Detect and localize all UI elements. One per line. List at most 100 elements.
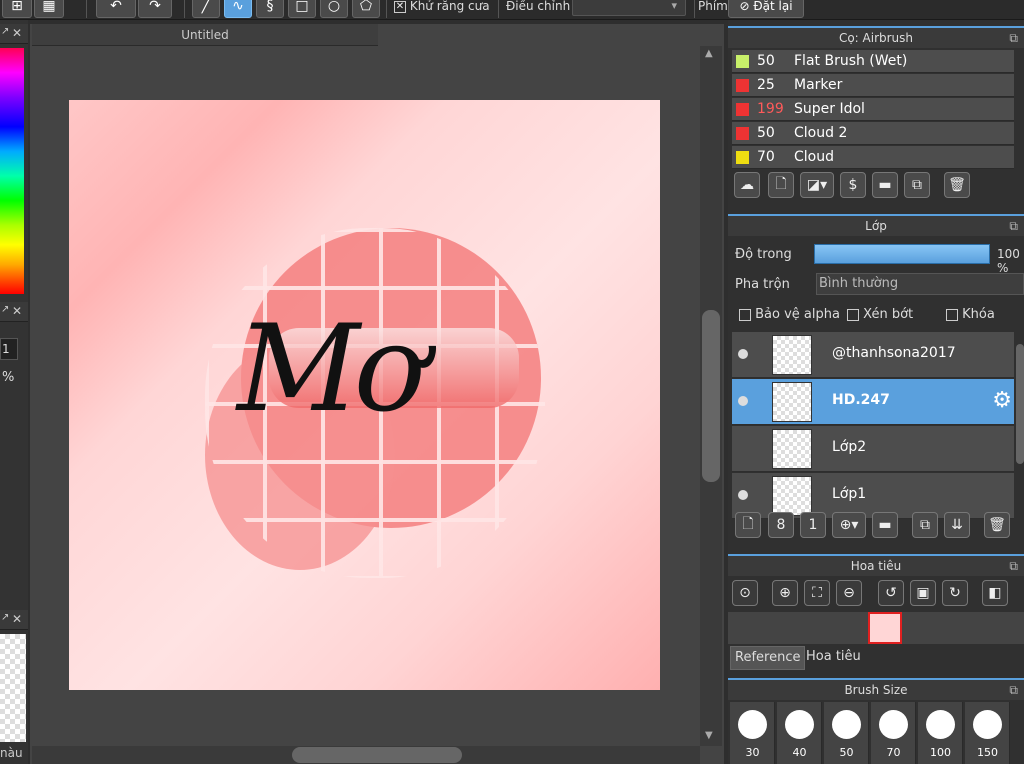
adjust-select[interactable] <box>572 0 686 16</box>
reset-button[interactable]: ⊘ Đặt lại <box>728 0 804 18</box>
brush-dot-icon <box>926 710 955 739</box>
rotate-right-icon[interactable]: ↻ <box>942 580 968 606</box>
document-tab[interactable]: Untitled <box>32 24 378 46</box>
flip-icon[interactable]: ◧ <box>982 580 1008 606</box>
brush-size-preset[interactable]: 70 <box>871 702 916 764</box>
brush-size: 199 <box>757 101 784 117</box>
brush-name: Flat Brush (Wet) <box>794 53 908 69</box>
tab-navigator[interactable]: Hoa tiêu <box>802 646 865 670</box>
brush-size: 50 <box>757 53 775 69</box>
clipping-checkbox[interactable] <box>847 308 859 321</box>
brush-size-value: 70 <box>886 746 901 759</box>
lock-checkbox[interactable] <box>946 308 958 321</box>
close-icon[interactable]: ✕ <box>12 612 22 626</box>
cloud-download-icon[interactable]: ☁ <box>734 172 760 198</box>
folder-icon[interactable]: ▬ <box>872 512 898 538</box>
popout-icon[interactable]: ↗ <box>1 304 9 315</box>
trash-icon[interactable]: 🗑 <box>984 512 1010 538</box>
rotate-left-icon[interactable]: ↺ <box>878 580 904 606</box>
folder-icon[interactable]: ▬ <box>872 172 898 198</box>
new-halftone-layer-icon[interactable]: 8 <box>768 512 794 538</box>
scroll-thumb[interactable] <box>292 747 462 763</box>
brush-size-value: 150 <box>977 746 998 759</box>
zoom-out-icon[interactable]: ⊖ <box>836 580 862 606</box>
brush-size-preset[interactable]: 40 <box>777 702 822 764</box>
lock-option[interactable]: Khóa <box>946 307 995 322</box>
popout-icon[interactable]: ⧉ <box>1009 28 1018 48</box>
close-icon[interactable]: ✕ <box>12 304 22 318</box>
visibility-icon[interactable] <box>738 396 748 406</box>
horizontal-scrollbar[interactable] <box>32 746 700 764</box>
brush-item[interactable]: 50 Cloud 2 <box>732 122 1014 145</box>
close-icon[interactable]: ✕ <box>12 26 22 40</box>
grid-icon[interactable]: ▦ <box>34 0 64 18</box>
blend-label: Pha trộn <box>735 277 790 292</box>
tab-reference[interactable]: Reference <box>730 646 806 670</box>
clipping-option[interactable]: Xén bớt <box>847 307 913 322</box>
line-tool-icon[interactable]: ╱ <box>192 0 220 18</box>
brush-item[interactable]: 50 Flat Brush (Wet) <box>732 50 1014 73</box>
reset-view-icon[interactable]: ▣ <box>910 580 936 606</box>
curve-tool-icon[interactable]: § <box>256 0 284 18</box>
polygon-tool-icon[interactable]: ⬠ <box>352 0 380 18</box>
trash-icon[interactable]: 🗑 <box>944 172 970 198</box>
duplicate-layer-icon[interactable]: ⧉ <box>912 512 938 538</box>
antialias-label: Khử răng cưa <box>409 0 490 13</box>
layer-item[interactable]: HD.247 ⚙ <box>732 379 1014 425</box>
zoom-actual-icon[interactable]: ⊙ <box>732 580 758 606</box>
brush-settings-icon[interactable]: $ <box>840 172 866 198</box>
redo-button[interactable]: ↷ <box>138 0 172 18</box>
add-layer-dropdown-icon[interactable]: ⊕▾ <box>832 512 866 538</box>
popout-icon[interactable]: ⧉ <box>1009 216 1018 236</box>
popout-icon[interactable]: ↗ <box>1 612 9 623</box>
gear-icon[interactable]: ⚙ <box>992 388 1012 413</box>
canvas[interactable]: Mơ <box>69 100 660 690</box>
brush-size-preset[interactable]: 50 <box>824 702 869 764</box>
layer-item[interactable]: Lớp2 <box>732 426 1014 472</box>
hue-slider[interactable] <box>0 48 24 294</box>
merge-layer-icon[interactable]: ⇊ <box>944 512 970 538</box>
brush-item[interactable]: 70 Cloud <box>732 146 1014 169</box>
duplicate-icon[interactable]: ⧉ <box>904 172 930 198</box>
navigator-thumbnail[interactable] <box>868 612 902 644</box>
layers-icon[interactable]: ⊞ <box>2 0 32 18</box>
antialias-checkbox[interactable]: ✕ <box>394 0 406 13</box>
layer-item[interactable]: @thanhsona2017 <box>732 332 1014 378</box>
protect-alpha-option[interactable]: Bảo vệ alpha <box>739 307 840 322</box>
antialias-option[interactable]: ✕ Khử răng cưa <box>394 0 490 13</box>
vertical-scrollbar[interactable]: ▲ ▼ <box>700 46 722 746</box>
brush-size-preset[interactable]: 100 <box>918 702 963 764</box>
brush-size-preset[interactable]: 30 <box>730 702 775 764</box>
scroll-thumb[interactable] <box>702 310 720 482</box>
visibility-icon[interactable] <box>738 349 748 359</box>
brush-item[interactable]: 25 Marker <box>732 74 1014 97</box>
polyline-tool-icon[interactable]: ∿ <box>224 0 252 18</box>
popout-icon[interactable]: ⧉ <box>1009 680 1018 700</box>
brush-size-preset[interactable]: 150 <box>965 702 1010 764</box>
new-1bit-layer-icon[interactable]: 1 <box>800 512 826 538</box>
scroll-down-icon[interactable]: ▼ <box>705 730 713 741</box>
visibility-icon[interactable] <box>738 490 748 500</box>
brush-item[interactable]: 199 Super Idol <box>732 98 1014 121</box>
brush-size-field[interactable]: 1 <box>0 338 18 360</box>
new-brush-icon[interactable]: 🗋 <box>768 172 794 198</box>
new-layer-icon[interactable]: 🗋 <box>735 512 761 538</box>
brush-dot-icon <box>973 710 1002 739</box>
popout-icon[interactable]: ⧉ <box>1009 556 1018 576</box>
layer-scrollbar[interactable] <box>1016 344 1024 464</box>
undo-button[interactable]: ↶ <box>96 0 136 18</box>
opacity-slider[interactable] <box>814 244 990 264</box>
scroll-up-icon[interactable]: ▲ <box>705 48 713 59</box>
color-tab-label[interactable]: nàu <box>0 746 23 760</box>
brush-type-dropdown-icon[interactable]: ◪▾ <box>800 172 834 198</box>
blend-mode-select[interactable]: Bình thường <box>816 273 1024 295</box>
ellipse-tool-icon[interactable]: ○ <box>320 0 348 18</box>
brush-color-swatch <box>736 103 749 116</box>
lock-label: Khóa <box>962 307 995 322</box>
protect-alpha-checkbox[interactable] <box>739 308 751 321</box>
zoom-in-icon[interactable]: ⊕ <box>772 580 798 606</box>
rectangle-tool-icon[interactable]: □ <box>288 0 316 18</box>
fit-screen-icon[interactable]: ⛶ <box>804 580 830 606</box>
popout-icon[interactable]: ↗ <box>1 26 9 37</box>
separator <box>694 0 695 18</box>
